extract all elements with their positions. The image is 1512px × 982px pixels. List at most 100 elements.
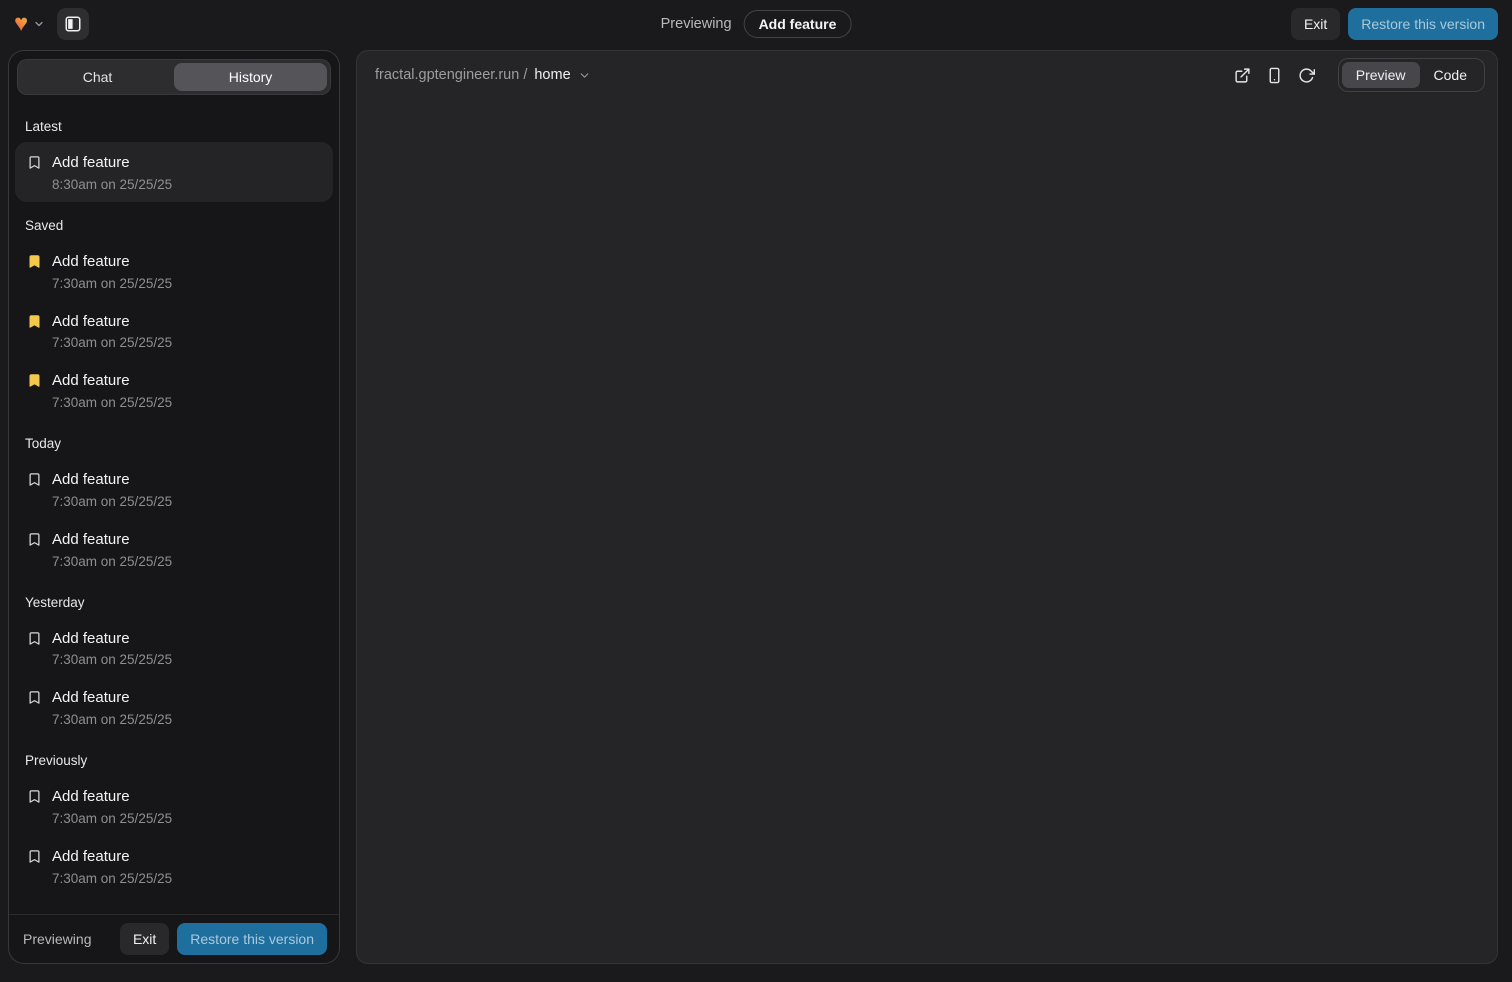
item-timestamp: 7:30am on 25/25/25 xyxy=(52,554,172,569)
history-section: Yesterday Add feature 7:30am on 25/25/25… xyxy=(15,595,333,738)
preview-code-toggle: Preview Code xyxy=(1338,58,1485,92)
version-item-text: Add feature 7:30am on 25/25/25 xyxy=(52,251,172,291)
chat-history-tabs: Chat History xyxy=(17,59,331,95)
item-title: Add feature xyxy=(52,846,172,868)
version-item[interactable]: Add feature 7:30am on 25/25/25 xyxy=(15,459,333,519)
section-items: Add feature 7:30am on 25/25/25 Add featu… xyxy=(15,618,333,738)
item-timestamp: 7:30am on 25/25/25 xyxy=(52,652,172,667)
item-title: Add feature xyxy=(52,370,172,392)
version-item[interactable]: Add feature 7:30am on 25/25/25 xyxy=(15,241,333,301)
version-item-text: Add feature 7:30am on 25/25/25 xyxy=(52,311,172,351)
version-item[interactable]: Add feature 7:30am on 25/25/25 xyxy=(15,776,333,836)
bookmark-icon xyxy=(27,314,42,329)
chevron-down-icon xyxy=(33,18,45,30)
item-timestamp: 7:30am on 25/25/25 xyxy=(52,712,172,727)
version-item-text: Add feature 7:30am on 25/25/25 xyxy=(52,628,172,668)
preview-url-prefix: fractal.gptengineer.run / xyxy=(375,67,527,83)
preview-url-page: home xyxy=(534,67,570,83)
history-section: Saved Add feature 7:30am on 25/25/25 Add… xyxy=(15,218,333,420)
item-title: Add feature xyxy=(52,687,172,709)
item-title: Add feature xyxy=(52,311,172,333)
section-items: Add feature 7:30am on 25/25/25 Add featu… xyxy=(15,776,333,896)
item-timestamp: 7:30am on 25/25/25 xyxy=(52,395,172,410)
section-title: Saved xyxy=(25,218,323,233)
section-title: Latest xyxy=(25,119,323,134)
bookmark-icon xyxy=(27,155,42,170)
sidebar-toggle-button[interactable] xyxy=(57,8,89,40)
item-title: Add feature xyxy=(52,786,172,808)
version-item-text: Add feature 7:30am on 25/25/25 xyxy=(52,469,172,509)
version-item[interactable]: Add feature 8:30am on 25/25/25 xyxy=(15,142,333,202)
bookmark-icon xyxy=(27,789,42,804)
footer-exit-button[interactable]: Exit xyxy=(120,923,169,955)
tab-history[interactable]: History xyxy=(174,63,327,91)
version-item[interactable]: Add feature 7:30am on 25/25/25 xyxy=(15,836,333,896)
section-items: Add feature 7:30am on 25/25/25 Add featu… xyxy=(15,241,333,420)
item-timestamp: 7:30am on 25/25/25 xyxy=(52,494,172,509)
section-title: Yesterday xyxy=(25,595,323,610)
history-section: Latest Add feature 8:30am on 25/25/25 xyxy=(15,119,333,202)
footer-restore-version-button[interactable]: Restore this version xyxy=(177,923,327,955)
version-item-text: Add feature 7:30am on 25/25/25 xyxy=(52,370,172,410)
preview-viewport[interactable] xyxy=(357,99,1497,963)
bookmark-icon xyxy=(27,849,42,864)
app-logo-menu-button[interactable]: ♥ xyxy=(14,12,45,36)
main-layout: Chat History Latest Add feature 8:30am o… xyxy=(0,48,1512,972)
preview-pane: fractal.gptengineer.run / home xyxy=(356,50,1498,964)
history-section: Previously Add feature 7:30am on 25/25/2… xyxy=(15,753,333,896)
item-title: Add feature xyxy=(52,152,172,174)
version-item-text: Add feature 8:30am on 25/25/25 xyxy=(52,152,172,192)
previewing-label: Previewing xyxy=(661,16,732,32)
exit-button[interactable]: Exit xyxy=(1291,8,1340,40)
version-item[interactable]: Add feature 7:30am on 25/25/25 xyxy=(15,519,333,579)
chevron-down-icon xyxy=(578,69,591,82)
footer-previewing-label: Previewing xyxy=(23,931,91,947)
section-title: Previously xyxy=(25,753,323,768)
external-link-icon xyxy=(1234,67,1251,84)
section-items: Add feature 7:30am on 25/25/25 Add featu… xyxy=(15,459,333,579)
panel-left-icon xyxy=(64,15,82,33)
item-timestamp: 8:30am on 25/25/25 xyxy=(52,177,172,192)
bookmark-icon xyxy=(27,631,42,646)
version-item-text: Add feature 7:30am on 25/25/25 xyxy=(52,786,172,826)
version-item-text: Add feature 7:30am on 25/25/25 xyxy=(52,529,172,569)
open-in-new-tab-button[interactable] xyxy=(1234,67,1251,84)
item-timestamp: 7:30am on 25/25/25 xyxy=(52,276,172,291)
item-title: Add feature xyxy=(52,251,172,273)
refresh-icon xyxy=(1298,67,1315,84)
history-section: Today Add feature 7:30am on 25/25/25 Add… xyxy=(15,436,333,579)
item-title: Add feature xyxy=(52,469,172,491)
item-title: Add feature xyxy=(52,628,172,650)
toggle-preview[interactable]: Preview xyxy=(1342,62,1420,88)
version-badge: Add feature xyxy=(744,10,852,38)
item-timestamp: 7:30am on 25/25/25 xyxy=(52,871,172,886)
bookmark-icon xyxy=(27,472,42,487)
section-items: Add feature 8:30am on 25/25/25 xyxy=(15,142,333,202)
mobile-view-button[interactable] xyxy=(1266,67,1283,84)
bookmark-icon xyxy=(27,690,42,705)
item-timestamp: 7:30am on 25/25/25 xyxy=(52,335,172,350)
item-title: Add feature xyxy=(52,529,172,551)
version-item-text: Add feature 7:30am on 25/25/25 xyxy=(52,687,172,727)
version-item[interactable]: Add feature 7:30am on 25/25/25 xyxy=(15,360,333,420)
version-item[interactable]: Add feature 7:30am on 25/25/25 xyxy=(15,618,333,678)
history-list[interactable]: Latest Add feature 8:30am on 25/25/25 Sa… xyxy=(9,103,339,914)
version-item[interactable]: Add feature 7:30am on 25/25/25 xyxy=(15,677,333,737)
history-sidebar: Chat History Latest Add feature 8:30am o… xyxy=(8,50,340,964)
bookmark-icon xyxy=(27,373,42,388)
refresh-button[interactable] xyxy=(1298,67,1315,84)
preview-url-dropdown[interactable]: fractal.gptengineer.run / home xyxy=(369,63,597,87)
tab-chat[interactable]: Chat xyxy=(21,63,174,91)
smartphone-icon xyxy=(1266,67,1283,84)
version-item-text: Add feature 7:30am on 25/25/25 xyxy=(52,846,172,886)
version-item[interactable]: Add feature 7:30am on 25/25/25 xyxy=(15,301,333,361)
bookmark-icon xyxy=(27,532,42,547)
preview-pane-header: fractal.gptengineer.run / home xyxy=(357,51,1497,99)
top-bar: ♥ Previewing Add feature Exit Restore th… xyxy=(0,0,1512,48)
bookmark-icon xyxy=(27,254,42,269)
restore-version-button[interactable]: Restore this version xyxy=(1348,8,1498,40)
toggle-code[interactable]: Code xyxy=(1420,62,1481,88)
sidebar-footer: Previewing Exit Restore this version xyxy=(9,914,339,963)
section-title: Today xyxy=(25,436,323,451)
item-timestamp: 7:30am on 25/25/25 xyxy=(52,811,172,826)
